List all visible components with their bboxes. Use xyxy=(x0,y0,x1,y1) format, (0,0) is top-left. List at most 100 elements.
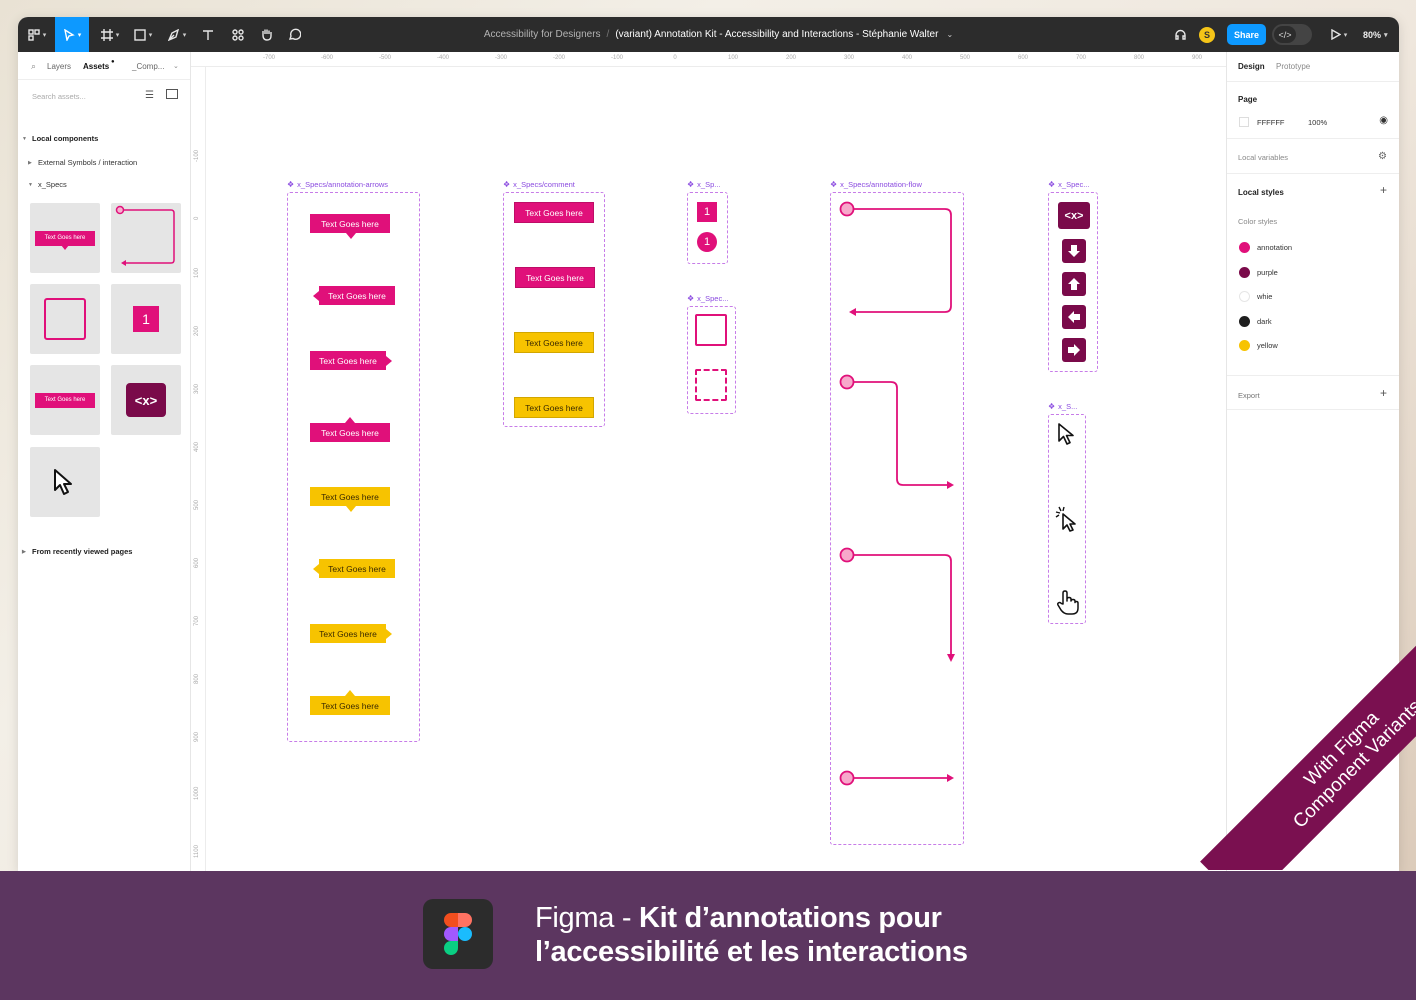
headphones-icon[interactable] xyxy=(1170,17,1190,52)
color-style-yellow[interactable]: yellow xyxy=(1239,340,1278,351)
ruler-tick-label: 800 xyxy=(1133,55,1145,61)
frame-label-focus-squares[interactable]: ❖ x_Spec... xyxy=(687,294,728,303)
frame-label-cursors[interactable]: ❖ x_S... xyxy=(1048,402,1077,411)
comment-tag-yellow-1[interactable]: Text Goes here xyxy=(514,332,594,353)
color-style-purple[interactable]: purple xyxy=(1239,266,1278,278)
number-square[interactable]: 1 xyxy=(697,202,717,222)
x-specs-group[interactable]: ▼ x_Specs xyxy=(28,180,67,189)
frame-cursors[interactable] xyxy=(1048,414,1086,624)
search-icon[interactable]: ⌕ xyxy=(31,61,36,72)
tag-arrow-right[interactable]: Text Goes here xyxy=(310,351,392,370)
frame-focus-squares[interactable] xyxy=(687,306,736,414)
cursor-arrow-icon[interactable] xyxy=(1057,422,1079,446)
list-view-icon[interactable]: ☰ xyxy=(145,90,154,101)
dev-mode-toggle[interactable]: </> xyxy=(1272,24,1312,45)
tab-design[interactable]: Design xyxy=(1238,62,1265,71)
arrow-left-icon[interactable] xyxy=(1062,305,1086,329)
component-thumb-number[interactable]: 1 xyxy=(111,284,181,354)
component-thumb-flow[interactable] xyxy=(111,203,181,273)
tag-notch xyxy=(345,417,355,423)
tag-label: Text Goes here xyxy=(321,218,379,229)
search-input[interactable]: Search assets... xyxy=(32,92,86,101)
frame-label-comment[interactable]: ❖ x_Specs/comment xyxy=(503,180,575,189)
arrow-right-icon[interactable] xyxy=(1062,338,1086,362)
arrow-up-icon[interactable] xyxy=(1062,272,1086,296)
external-symbols-group[interactable]: ▶ External Symbols / interaction xyxy=(28,158,137,167)
add-export-icon[interactable]: + xyxy=(1380,386,1387,400)
color-style-whie[interactable]: whie xyxy=(1239,291,1272,302)
share-button[interactable]: Share xyxy=(1227,24,1266,45)
file-name[interactable]: (variant) Annotation Kit - Accessibility… xyxy=(615,29,938,40)
frame-annotation-arrows[interactable]: Text Goes here Text Goes here Text Goes … xyxy=(287,192,420,742)
tag-arrow-left-yellow[interactable]: Text Goes here xyxy=(313,559,395,578)
comment-tag-yellow-2[interactable]: Text Goes here xyxy=(514,397,594,418)
number-circle[interactable]: 1 xyxy=(697,232,717,252)
component-icon: ❖ xyxy=(1048,402,1056,411)
page-color-value[interactable]: FFFFFF xyxy=(1257,118,1285,127)
tab-components-library[interactable]: _Comp... xyxy=(132,62,164,71)
present-icon[interactable]: ▾ xyxy=(1325,17,1353,52)
frame-label-annotation-flow[interactable]: ❖ x_Specs/annotation-flow xyxy=(830,180,922,189)
tag-arrow-left[interactable]: Text Goes here xyxy=(313,286,395,305)
component-thumb-comment[interactable]: Text Goes here xyxy=(30,365,100,435)
eye-icon[interactable]: ◉ xyxy=(1379,115,1388,126)
tab-prototype[interactable]: Prototype xyxy=(1276,62,1310,71)
focus-outline-dashed[interactable] xyxy=(695,369,727,401)
local-components-header[interactable]: ▼ Local components xyxy=(22,134,98,143)
tag-arrow-top[interactable]: Text Goes here xyxy=(310,417,390,442)
comment-tag-pink-1[interactable]: Text Goes here xyxy=(514,202,594,223)
user-avatar[interactable]: S xyxy=(1199,27,1215,43)
tag-arrow-top-yellow[interactable]: Text Goes here xyxy=(310,690,390,715)
footer-dash: - xyxy=(614,902,639,934)
flow-arrow-down-right xyxy=(854,381,947,486)
frame-comment[interactable]: Text Goes here Text Goes here Text Goes … xyxy=(503,192,605,427)
add-style-icon[interactable]: + xyxy=(1380,183,1387,197)
page-color-swatch[interactable] xyxy=(1239,117,1249,127)
arrow-down-icon[interactable] xyxy=(1062,239,1086,263)
component-thumb-outline-square[interactable] xyxy=(30,284,100,354)
flow-start-dot xyxy=(839,201,855,217)
frame-label-numbers[interactable]: ❖ x_Sp... xyxy=(687,180,721,189)
frame-annotation-flow[interactable] xyxy=(830,192,964,845)
ruler-tick-label: 500 xyxy=(959,55,971,61)
local-variables-label[interactable]: Local variables xyxy=(1238,153,1288,162)
component-thumb-arrow-tag[interactable]: Text Goes here xyxy=(30,203,100,273)
tab-layers[interactable]: Layers xyxy=(47,62,71,71)
design-canvas[interactable]: ❖ x_Specs/annotation-arrows Text Goes her… xyxy=(206,67,1226,872)
frame-label-annotation-arrows[interactable]: ❖ x_Specs/annotation-arrows xyxy=(287,180,388,189)
chevron-down-icon[interactable]: ⌄ xyxy=(173,62,179,70)
tag-arrow-bottom[interactable]: Text Goes here xyxy=(310,214,390,239)
cursor-click-icon[interactable] xyxy=(1055,506,1081,532)
chevron-down-icon[interactable]: ⌄ xyxy=(946,30,953,39)
comment-tag-pink-2[interactable]: Text Goes here xyxy=(515,267,595,288)
external-symbols-label: External Symbols / interaction xyxy=(38,158,138,167)
page-opacity-value[interactable]: 100% xyxy=(1308,118,1327,127)
unsaved-dot-icon: ● xyxy=(111,59,115,65)
flow-arrow-down-left xyxy=(854,208,952,313)
tag-arrow-bottom-yellow[interactable]: Text Goes here xyxy=(310,487,390,512)
component-thumb-code[interactable]: <x> xyxy=(111,365,181,435)
number-badge: 1 xyxy=(133,306,159,332)
ruler-tick-label: 600 xyxy=(194,557,200,568)
frame-keyboard-buttons[interactable]: <x> xyxy=(1048,192,1098,372)
cursor-hand-icon[interactable] xyxy=(1056,590,1080,616)
project-name[interactable]: Accessibility for Designers xyxy=(484,29,601,40)
color-style-annotation[interactable]: annotation xyxy=(1239,242,1292,253)
tag-label: Text Goes here xyxy=(525,402,583,413)
library-icon[interactable] xyxy=(166,89,178,99)
frame-numbers[interactable]: 1 1 xyxy=(687,192,728,264)
zoom-level[interactable]: 80% ▾ xyxy=(1363,17,1388,52)
recent-pages-label: From recently viewed pages xyxy=(32,547,133,556)
color-swatch xyxy=(1239,315,1250,327)
color-style-dark[interactable]: dark xyxy=(1239,315,1272,327)
variables-settings-icon[interactable]: ⚙ xyxy=(1378,151,1387,162)
code-button[interactable]: <x> xyxy=(1058,202,1090,229)
frame-label-keyboard-buttons[interactable]: ❖ x_Spec... xyxy=(1048,180,1089,189)
frame-title: x_Specs/comment xyxy=(513,180,575,189)
tab-assets[interactable]: Assets xyxy=(83,62,109,71)
recent-pages-header[interactable]: ▶ From recently viewed pages xyxy=(22,547,132,556)
component-thumb-cursor[interactable] xyxy=(30,447,100,517)
tag-arrow-right-yellow[interactable]: Text Goes here xyxy=(310,624,392,643)
code-badge: <x> xyxy=(126,383,166,417)
focus-outline-solid[interactable] xyxy=(695,314,727,346)
